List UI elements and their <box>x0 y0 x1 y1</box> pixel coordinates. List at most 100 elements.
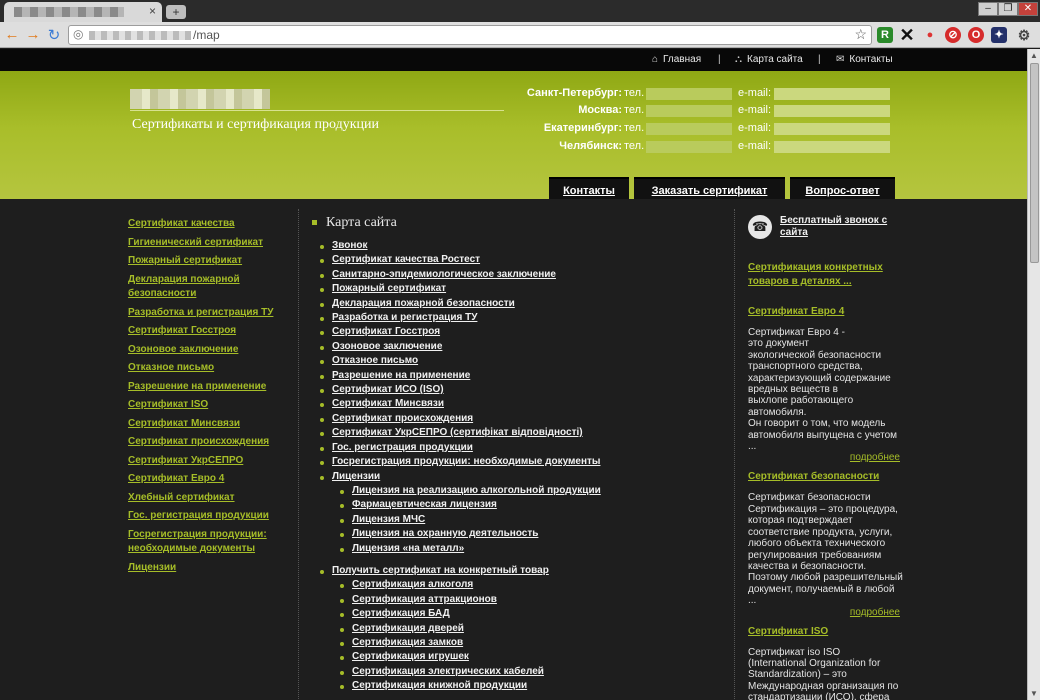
sitemap-sublink[interactable]: Сертификация аттракционов <box>352 594 497 605</box>
x-extension-icon[interactable]: ✕ <box>899 26 915 44</box>
email-blurred[interactable] <box>774 105 890 117</box>
read-more-link[interactable]: подробнее <box>748 452 900 464</box>
sitemap-link[interactable]: Разрешение на применение <box>332 370 470 381</box>
sitemap-sublink[interactable]: Сертификация БАД <box>352 608 450 619</box>
sitemap-link[interactable]: Отказное письмо <box>332 355 418 366</box>
left-menu-item[interactable]: Отказное письмо <box>128 361 288 376</box>
reload-icon[interactable]: ↻ <box>45 26 63 44</box>
vertical-scrollbar[interactable]: ▲ ▼ <box>1027 49 1040 700</box>
tab-contacts[interactable]: Контакты <box>549 177 629 199</box>
scroll-up-icon[interactable]: ▲ <box>1030 51 1038 60</box>
sitemap-link-licenses[interactable]: Лицензии <box>332 471 380 482</box>
sitemap-sublink[interactable]: Лицензия на реализацию алкогольной проду… <box>352 485 601 496</box>
left-menu-item[interactable]: Сертификат ISO <box>128 398 288 413</box>
sitemap-link[interactable]: Сертификат УкрСЕПРО (сертифікат відповід… <box>332 427 583 438</box>
sitemap-sublink[interactable]: Фармацевтическая лицензия <box>352 499 497 510</box>
sitemap-link[interactable]: Сертификат Госстроя <box>332 326 440 337</box>
left-menu-item[interactable]: Озоновое заключение <box>128 343 288 358</box>
left-menu-item[interactable]: Пожарный сертификат <box>128 254 288 269</box>
contact-row: Екатеринбург: тел. e-mail: <box>500 122 900 136</box>
sitemap-sublink[interactable]: Лицензия МЧС <box>352 514 425 525</box>
phone-icon[interactable]: ☎ <box>748 215 772 239</box>
left-menu-item[interactable]: Разработка и регистрация ТУ <box>128 306 288 321</box>
sitemap-link[interactable]: Сертификат качества Ростест <box>332 254 480 265</box>
left-menu-item[interactable]: Лицензии <box>128 561 288 576</box>
read-more-link[interactable]: подробнее <box>748 607 900 619</box>
email-blurred[interactable] <box>774 123 890 135</box>
article-title-link[interactable]: Сертификат ISO <box>748 625 913 639</box>
left-menu-item[interactable]: Сертификат качества <box>128 217 288 232</box>
extension-icon[interactable]: R <box>877 27 893 43</box>
sitemap-sublink[interactable]: Сертификация электрических кабелей <box>352 666 544 677</box>
close-window-button[interactable]: ✕ <box>1018 2 1038 16</box>
left-menu-item[interactable]: Гигиенический сертификат <box>128 236 288 251</box>
minimize-button[interactable]: – <box>978 2 998 16</box>
sitemap-link[interactable]: Пожарный сертификат <box>332 283 446 294</box>
goods-details-link[interactable]: Сертификация конкретных товаров в деталя… <box>748 261 913 289</box>
sitemap-sublink[interactable]: Сертификация замков <box>352 637 463 648</box>
sitemap-link[interactable]: Озоновое заключение <box>332 341 442 352</box>
email-blurred[interactable] <box>774 88 890 100</box>
address-bar[interactable]: ◎ /map ☆ <box>68 25 872 45</box>
sitemap-link[interactable]: Разработка и регистрация ТУ <box>332 312 477 323</box>
wrench-icon[interactable]: ⚙ <box>1016 27 1032 43</box>
left-menu-item[interactable]: Сертификат Минсвязи <box>128 417 288 432</box>
left-menu-item[interactable]: Декларация пожарной безопасности <box>128 273 288 302</box>
left-menu-item[interactable]: Гос. регистрация продукции <box>128 509 288 524</box>
left-menu-item[interactable]: Сертификат происхождения <box>128 435 288 450</box>
new-tab-button[interactable]: + <box>166 5 186 19</box>
tab-order-certificate[interactable]: Заказать сертификат <box>634 177 785 199</box>
sitemap-sublink[interactable]: Сертификация алкоголя <box>352 579 473 590</box>
left-menu-item[interactable]: Разрешение на применение <box>128 380 288 395</box>
sitemap-sublink[interactable]: Сертификация книжной продукции <box>352 680 527 691</box>
maximize-button[interactable]: ❐ <box>998 2 1018 16</box>
sitemap-link[interactable]: Госрегистрация продукции: необходимые до… <box>332 456 600 467</box>
free-call-link[interactable]: Бесплатный звонок с сайта <box>780 215 913 239</box>
sitemap-sublink[interactable]: Сертификация игрушек <box>352 651 469 662</box>
sitemap-link[interactable]: Гос. регистрация продукции <box>332 442 473 453</box>
left-menu-item[interactable]: Сертификат Госстроя <box>128 324 288 339</box>
chrome-extension-icon[interactable]: ● <box>922 27 938 43</box>
browser-tab[interactable]: × <box>4 2 162 22</box>
left-menu-item[interactable]: Сертификат УкрСЕПРО <box>128 454 288 469</box>
sitemap-link-goods[interactable]: Получить сертификат на конкретный товар <box>332 565 549 576</box>
sitemap-sublink[interactable]: Лицензия «на металл» <box>352 543 464 554</box>
mail-icon: ✉ <box>836 54 845 65</box>
left-menu-item[interactable]: Сертификат Евро 4 <box>128 472 288 487</box>
list-item: Разработка и регистрация ТУ <box>320 311 722 325</box>
page-viewport: ⌂ Главная | ⛬ Карта сайта | ✉ Контакты Серт… <box>0 49 1027 700</box>
sitemap-link[interactable]: Сертификат Минсвязи <box>332 398 444 409</box>
sitemap-content: Карта сайта Звонок Сертификат качества Р… <box>312 215 722 700</box>
phone-blurred <box>646 105 732 117</box>
left-menu-item[interactable]: Госрегистрация продукции: необходимые до… <box>128 528 288 557</box>
forward-icon[interactable]: → <box>24 26 42 43</box>
article-title-link[interactable]: Сертификат безопасности <box>748 470 913 484</box>
list-item: Сертификат УкрСЕПРО (сертифікат відповід… <box>320 426 722 440</box>
bookmark-star-icon[interactable]: ☆ <box>854 26 867 43</box>
block-extension-icon[interactable]: ⊘ <box>945 27 961 43</box>
home-link[interactable]: ⌂ Главная <box>652 54 701 65</box>
contacts-link[interactable]: ✉ Контакты <box>836 54 893 65</box>
sitemap-link[interactable]: ⛬ Карта сайта <box>735 54 803 65</box>
sitemap-link[interactable]: Звонок <box>332 240 368 251</box>
email-blurred[interactable] <box>774 141 890 153</box>
tab-faq[interactable]: Вопрос-ответ <box>790 177 895 199</box>
sitemap-link[interactable]: Сертификат ИСО (ISO) <box>332 384 444 395</box>
scrollbar-thumb[interactable] <box>1030 63 1039 263</box>
sitemap-link[interactable]: Декларация пожарной безопасности <box>332 298 515 309</box>
site-logo-blurred[interactable] <box>130 89 270 109</box>
sitemap-label: Карта сайта <box>747 54 803 65</box>
page-title: Карта сайта <box>312 215 722 231</box>
sitemap-link[interactable]: Сертификат происхождения <box>332 413 473 424</box>
sitemap-sublink[interactable]: Сертификация дверей <box>352 623 464 634</box>
sitemap-link[interactable]: Санитарно-эпидемиологическое заключение <box>332 269 556 280</box>
back-icon[interactable]: ← <box>3 26 21 43</box>
opera-extension-icon[interactable]: O <box>968 27 984 43</box>
tab-close-icon[interactable]: × <box>149 4 156 18</box>
page-info-icon[interactable]: ◎ <box>73 27 83 41</box>
scroll-down-icon[interactable]: ▼ <box>1030 689 1038 698</box>
sitemap-sublink[interactable]: Лицензия на охранную деятельность <box>352 528 538 539</box>
left-menu-item[interactable]: Хлебный сертификат <box>128 491 288 506</box>
puzzle-extension-icon[interactable]: ✦ <box>991 27 1007 43</box>
article-title-link[interactable]: Сертификат Евро 4 <box>748 305 913 319</box>
